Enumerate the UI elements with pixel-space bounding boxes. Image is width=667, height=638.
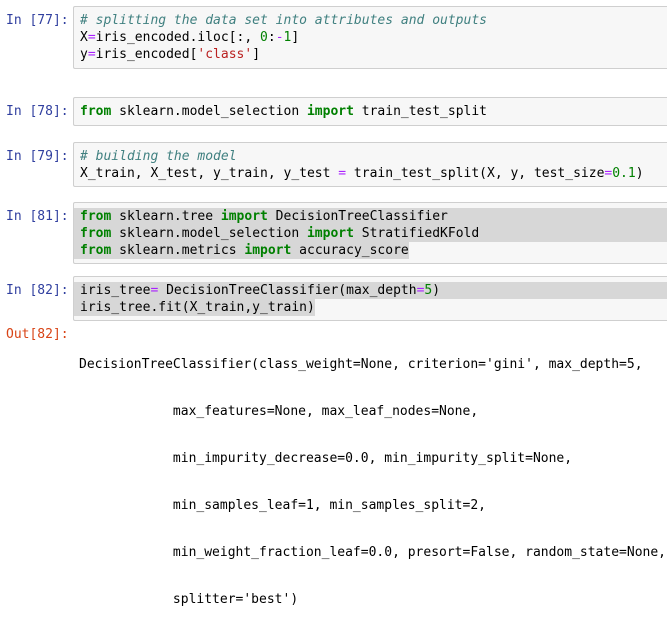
code-token: from [80, 226, 112, 241]
cell-prompt: In [77]: [6, 13, 69, 28]
code-token: sklearn.metrics [111, 243, 245, 258]
code-token: iris_encoded[ [95, 47, 198, 62]
code-cell-81[interactable]: In [81]: from sklearn.tree import Decisi… [0, 202, 667, 264]
code-line: from sklearn.tree import DecisionTreeCla… [74, 208, 667, 225]
output-line: DecisionTreeClassifier(class_weight=None… [79, 357, 643, 372]
code-line: from sklearn.model_selection import Stra… [74, 225, 667, 242]
code-line: y=iris_encoded['class'] [80, 46, 667, 63]
output-line: min_samples_leaf=1, min_samples_split=2, [79, 498, 486, 513]
code-token: StratifiedKFold [353, 226, 480, 241]
code-token: y [80, 47, 88, 62]
code-token: 0 [260, 30, 268, 45]
code-token: from [80, 243, 112, 258]
code-token: X_train, X_test, y_train, y_test [80, 166, 339, 181]
code-token: = [87, 30, 96, 45]
code-line: # splitting the data set into attributes… [80, 12, 667, 29]
output-text: DecisionTreeClassifier(class_weight=None… [79, 326, 667, 638]
code-token: import [306, 226, 354, 241]
cell-prompt: In [82]: [6, 283, 69, 298]
cell-prompt: In [79]: [6, 149, 69, 164]
code-token: sklearn.model_selection [111, 226, 307, 241]
code-token: - [275, 30, 284, 45]
code-token: train_test_split(X, y, test_size [346, 166, 605, 181]
code-cell-77[interactable]: In [77]: # splitting the data set into a… [0, 6, 667, 69]
code-token: # building the model [80, 149, 237, 164]
output-line: min_weight_fraction_leaf=0.0, presort=Fa… [79, 545, 666, 560]
output-line: min_impurity_decrease=0.0, min_impurity_… [79, 451, 573, 466]
code-input[interactable]: from sklearn.model_selection import trai… [73, 97, 667, 126]
output-prompt: Out[82]: [6, 327, 69, 342]
code-token: ) [432, 283, 441, 298]
code-token: iris_encoded.iloc[:, [95, 30, 261, 45]
code-input[interactable]: from sklearn.tree import DecisionTreeCla… [73, 202, 667, 264]
code-token: iris_tree.fit(X_train,y_train) [80, 300, 315, 315]
code-line: X_train, X_test, y_train, y_test = train… [80, 165, 667, 182]
code-token: ) [635, 166, 644, 181]
code-cell-79[interactable]: In [79]: # building the model X_train, X… [0, 142, 667, 187]
code-token: 0.1 [612, 166, 636, 181]
code-token: # splitting the data set into attributes… [80, 13, 487, 28]
code-input[interactable]: iris_tree= DecisionTreeClassifier(max_de… [73, 276, 667, 321]
selection-highlight: iris_tree.fit(X_train,y_train) [74, 299, 315, 316]
code-token: ] [291, 30, 300, 45]
cell-prompt: In [78]: [6, 104, 69, 119]
code-token: sklearn.model_selection [111, 104, 307, 119]
code-token: = [87, 47, 96, 62]
code-token: DecisionTreeClassifier(max_depth [158, 283, 417, 298]
code-token: X [80, 30, 88, 45]
code-cell-78[interactable]: In [78]: from sklearn.model_selection im… [0, 97, 667, 126]
code-line: X=iris_encoded.iloc[:, 0:-1] [80, 29, 667, 46]
code-line: from sklearn.metrics import accuracy_sco… [74, 242, 667, 259]
code-line: iris_tree.fit(X_train,y_train) [74, 299, 667, 316]
code-token: sklearn.tree [111, 209, 221, 224]
code-token: iris_tree [80, 283, 151, 298]
cell-prompt: In [81]: [6, 209, 69, 224]
code-token: accuracy_score [291, 243, 409, 258]
selection-highlight: from sklearn.metrics import accuracy_sco… [74, 242, 409, 259]
code-token: import [220, 209, 268, 224]
code-line: # building the model [80, 148, 667, 165]
code-token: DecisionTreeClassifier [267, 209, 448, 224]
code-input[interactable]: # building the model X_train, X_test, y_… [73, 142, 667, 187]
output-line: splitter='best') [79, 592, 299, 607]
code-token: 'class' [197, 47, 253, 62]
code-token: train_test_split [353, 104, 488, 119]
code-token: = [338, 166, 347, 181]
output-cell-82: Out[82]: DecisionTreeClassifier(class_we… [0, 326, 667, 607]
code-line: iris_tree= DecisionTreeClassifier(max_de… [74, 282, 667, 299]
output-line: max_features=None, max_leaf_nodes=None, [79, 404, 479, 419]
code-token: from [80, 104, 112, 119]
notebook: In [77]: # splitting the data set into a… [0, 0, 667, 607]
code-token: ] [252, 47, 261, 62]
code-token: from [80, 209, 112, 224]
code-input[interactable]: # splitting the data set into attributes… [73, 6, 667, 69]
code-cell-82[interactable]: In [82]: iris_tree= DecisionTreeClassifi… [0, 276, 667, 321]
code-token: import [244, 243, 292, 258]
code-token: import [306, 104, 354, 119]
code-line: from sklearn.model_selection import trai… [80, 103, 667, 120]
code-token: : [267, 30, 276, 45]
